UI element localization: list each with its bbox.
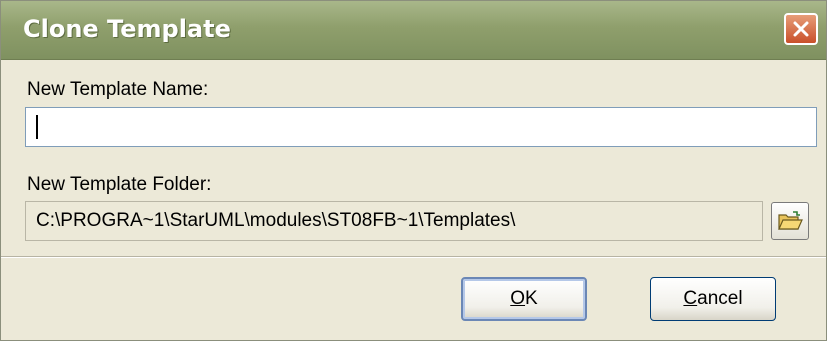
cancel-mnemonic: C	[683, 288, 698, 309]
folder-open-icon	[778, 211, 803, 230]
separator	[1, 256, 826, 258]
cancel-button[interactable]: Cancel	[650, 277, 776, 321]
text-caret	[36, 115, 38, 139]
ok-label: K	[525, 288, 538, 309]
dialog-title: Clone Template	[23, 15, 231, 43]
template-name-label: New Template Name:	[27, 79, 209, 100]
template-folder-label: New Template Folder:	[27, 174, 212, 195]
template-name-input[interactable]	[25, 107, 817, 147]
ok-button[interactable]: OK	[461, 277, 587, 321]
close-button[interactable]	[784, 13, 818, 45]
clone-template-dialog: Clone Template New Template Name: New Te…	[0, 0, 827, 341]
cancel-label: ancel	[697, 288, 743, 309]
title-bar[interactable]: Clone Template	[1, 1, 826, 60]
ok-mnemonic: O	[510, 288, 526, 309]
close-icon	[793, 21, 809, 37]
template-folder-field: C:\PROGRA~1\StarUML\modules\ST08FB~1\Tem…	[25, 201, 763, 241]
browse-folder-button[interactable]	[771, 202, 809, 240]
